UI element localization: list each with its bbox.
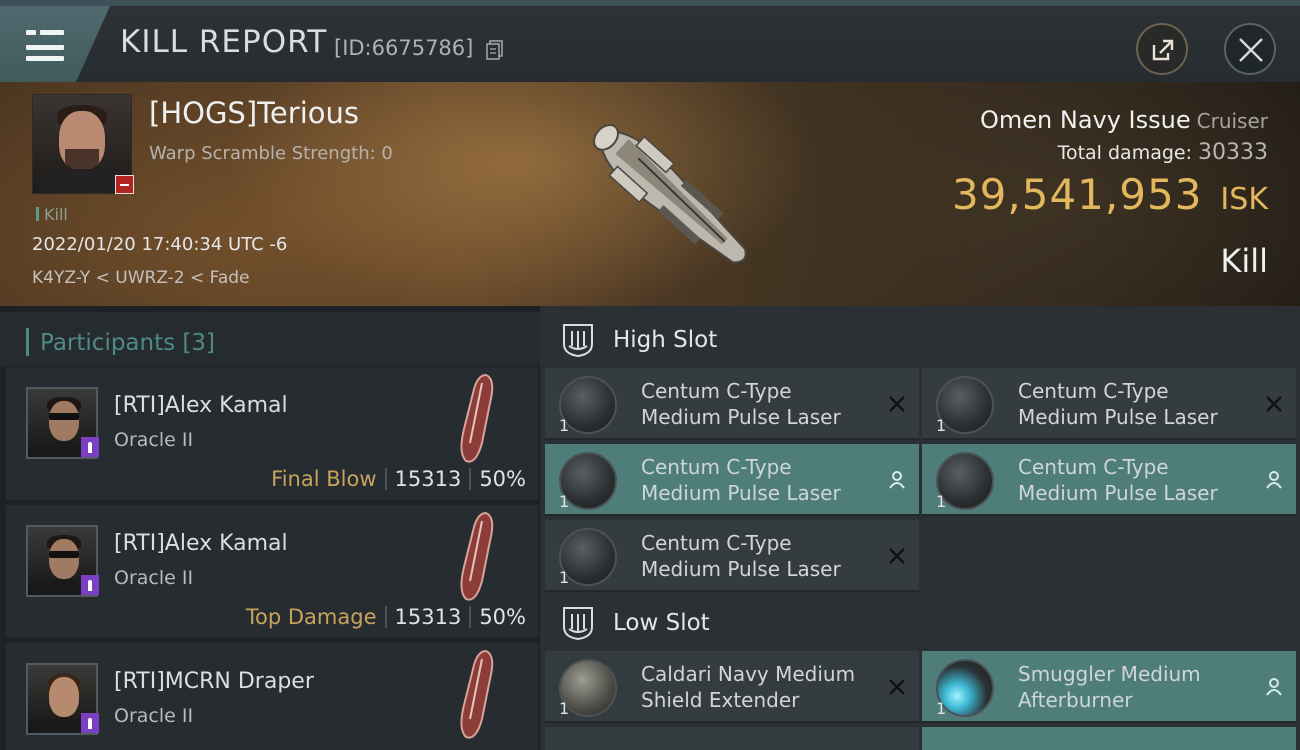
kill-report-header: KILL REPORT [ID:6675786] <box>0 0 1300 82</box>
module-name: Centum C-Type Medium Pulse Laser <box>1018 455 1218 505</box>
participant-row[interactable]: [RTI]Alex Kamal Oracle II Top Damage 1531… <box>6 505 538 639</box>
close-icon <box>1239 38 1263 62</box>
page-title: KILL REPORT <box>120 24 328 60</box>
pilot-name[interactable]: [RTI]Alex Kamal <box>114 531 288 556</box>
damage-percent: 50% <box>479 467 526 491</box>
low-slot-title: Low Slot <box>613 610 710 636</box>
damage-value: 15313 <box>394 467 462 491</box>
participants-title: Participants [3] <box>25 328 216 356</box>
ship-class: Cruiser <box>1196 109 1268 133</box>
module-item[interactable]: 1 Caldari Navy Medium Shield Extender <box>545 651 919 723</box>
kill-location[interactable]: K4YZ-Y < UWRZ-2 < Fade <box>32 268 250 288</box>
person-icon <box>1266 471 1282 489</box>
module-item[interactable]: 1 Centum C-Type Medium Pulse Laser <box>545 520 919 592</box>
final-blow-tag: Final Blow <box>271 467 377 491</box>
oracle-ship-icon[interactable] <box>452 373 504 467</box>
menu-icon <box>26 26 64 67</box>
share-button[interactable] <box>1136 23 1188 75</box>
pilot-badge-icon <box>81 575 99 595</box>
victim-ship-render[interactable] <box>540 82 780 306</box>
kill-timestamp: 2022/01/20 17:40:34 UTC -6 <box>32 234 288 255</box>
module-item[interactable]: 1 Smuggler Medium Afterburner <box>922 651 1296 723</box>
x-icon <box>889 679 905 695</box>
module-item[interactable] <box>545 727 919 750</box>
module-name: Smuggler Medium Afterburner <box>1018 662 1201 712</box>
participants-header: Participants [3] <box>0 312 540 366</box>
module-item[interactable]: 1 Centum C-Type Medium Pulse Laser <box>545 444 919 516</box>
total-damage: Total damage: 30333 <box>1057 140 1268 165</box>
participants-panel: Participants [3] [RTI]Alex Kamal Oracle … <box>0 306 540 750</box>
participant-stats: Top Damage 15313 50% <box>246 605 526 629</box>
menu-button[interactable] <box>0 6 110 82</box>
isk-value: 39,541,953 ISK <box>951 170 1268 219</box>
module-name: Centum C-Type Medium Pulse Laser <box>641 379 841 429</box>
oracle-ship-icon[interactable] <box>452 511 504 605</box>
pilot-badge-icon <box>81 713 99 733</box>
loss-badge-icon <box>115 175 134 194</box>
kill-result: Kill <box>1220 242 1268 280</box>
participant-row[interactable]: [RTI]MCRN Draper Oracle II <box>6 643 538 750</box>
share-icon <box>1152 39 1174 61</box>
oracle-ship-icon[interactable] <box>452 649 504 743</box>
pilot-ship: Oracle II <box>114 429 194 451</box>
damage-percent: 50% <box>479 605 526 629</box>
module-name: Centum C-Type Medium Pulse Laser <box>1018 379 1218 429</box>
pilot-badge-icon <box>81 437 99 457</box>
module-item[interactable] <box>922 727 1296 750</box>
victim-ship-name[interactable]: Omen Navy Issue Cruiser <box>980 106 1268 134</box>
copy-icon[interactable] <box>486 40 504 60</box>
total-damage-value: 30333 <box>1198 140 1268 165</box>
person-icon <box>889 471 905 489</box>
pilot-ship: Oracle II <box>114 567 194 589</box>
module-name: Caldari Navy Medium Shield Extender <box>641 662 856 712</box>
participants-count: [3] <box>182 330 216 356</box>
high-slot-icon <box>563 324 593 358</box>
kill-tag: Kill <box>36 205 68 224</box>
damage-value: 15313 <box>394 605 462 629</box>
high-slot-title: High Slot <box>613 327 718 353</box>
low-slot-header: Low Slot <box>540 592 1300 654</box>
x-icon <box>889 396 905 412</box>
participant-row[interactable]: [RTI]Alex Kamal Oracle II Final Blow 1531… <box>6 367 538 501</box>
module-item[interactable]: 1 Centum C-Type Medium Pulse Laser <box>545 368 919 440</box>
victim-name[interactable]: [HOGS]Terious <box>149 96 359 130</box>
module-item[interactable]: 1 Centum C-Type Medium Pulse Laser <box>922 368 1296 440</box>
high-slot-header: High Slot <box>540 309 1300 371</box>
kill-id: [ID:6675786] <box>334 36 474 60</box>
top-damage-tag: Top Damage <box>245 605 377 629</box>
pilot-name[interactable]: [RTI]Alex Kamal <box>114 393 288 418</box>
low-slot-icon <box>563 607 593 641</box>
x-icon <box>889 548 905 564</box>
module-item[interactable]: 1 Centum C-Type Medium Pulse Laser <box>922 444 1296 516</box>
module-name: Centum C-Type Medium Pulse Laser <box>641 455 841 505</box>
pilot-name[interactable]: [RTI]MCRN Draper <box>114 669 314 694</box>
module-name: Centum C-Type Medium Pulse Laser <box>641 531 841 581</box>
warp-scramble-strength: Warp Scramble Strength: 0 <box>149 143 393 164</box>
close-button[interactable] <box>1224 23 1276 75</box>
pilot-ship: Oracle II <box>114 705 194 727</box>
victim-banner: [HOGS]Terious Warp Scramble Strength: 0 … <box>0 82 1300 306</box>
person-icon <box>1266 678 1282 696</box>
x-icon <box>1266 396 1282 412</box>
fitting-panel: High Slot 1 Centum C-Type Medium Pulse La… <box>540 306 1300 750</box>
participant-stats: Final Blow 15313 50% <box>271 467 526 491</box>
